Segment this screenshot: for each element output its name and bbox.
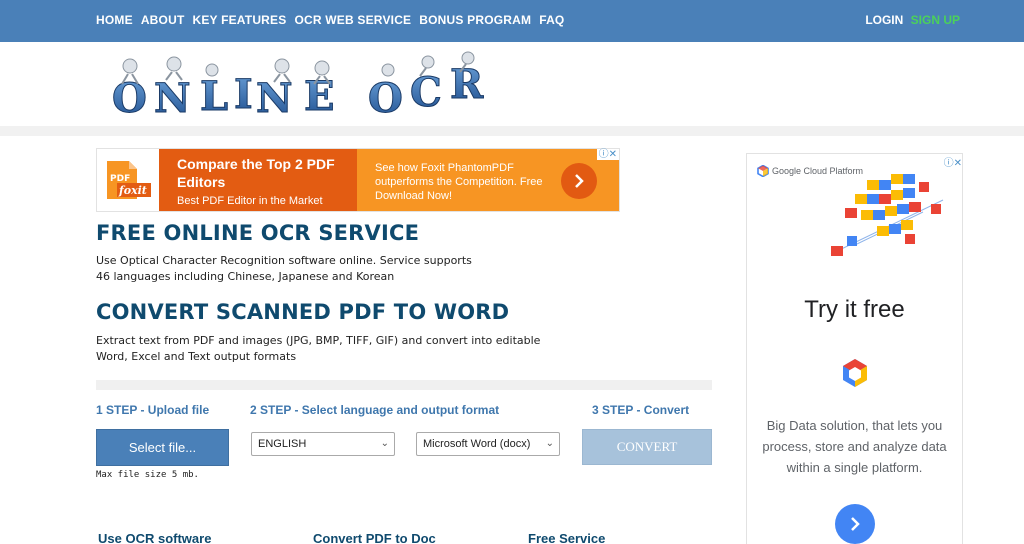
- pdf-file-icon: PDF foxit: [107, 161, 151, 199]
- signup-link[interactable]: SIGN UP: [911, 13, 960, 27]
- intro-text: Use Optical Character Recognition softwa…: [96, 254, 472, 283]
- data-cubes-illustration: [830, 174, 944, 256]
- logo-divider: [0, 126, 1024, 136]
- foxit-logo: PDF foxit: [97, 149, 159, 211]
- ad-description-panel: See how Foxit PhantomPDF outperforms the…: [357, 149, 619, 211]
- language-select[interactable]: ENGLISH ⌄: [251, 432, 395, 456]
- chevron-right-icon: [575, 174, 584, 188]
- nav-bonus-program[interactable]: BONUS PROGRAM: [419, 13, 531, 27]
- step3-label: 3 STEP - Convert: [592, 403, 690, 417]
- nav-links: HOME ABOUT KEY FEATURES OCR WEB SERVICE …: [96, 13, 572, 27]
- svg-text:E: E: [304, 73, 335, 120]
- section-title: CONVERT SCANNED PDF TO WORD: [96, 300, 510, 324]
- svg-text:I: I: [234, 71, 253, 118]
- max-file-size-note: Max file size 5 mb.: [96, 470, 199, 480]
- svg-text:O: O: [112, 75, 147, 122]
- ad-headline: Compare the Top 2 PDF Editors: [177, 156, 335, 190]
- side-ad-headline: Try it free: [804, 296, 905, 323]
- site-logo[interactable]: O N L I N E O C R: [106, 50, 492, 122]
- svg-text:R: R: [450, 61, 484, 108]
- section-text: Extract text from PDF and images (JPG, B…: [96, 334, 541, 363]
- top-nav: HOME ABOUT KEY FEATURES OCR WEB SERVICE …: [0, 0, 1024, 42]
- svg-text:C: C: [410, 69, 442, 116]
- side-ad-text: Big Data solution, that lets you process…: [762, 418, 947, 475]
- svg-text:foxit: foxit: [118, 184, 147, 197]
- svg-text:O: O: [368, 75, 403, 122]
- ad-arrow-button[interactable]: [561, 163, 597, 199]
- hexagon-logo-icon: [843, 359, 867, 387]
- adchoices-icon[interactable]: ⓘ✕: [596, 149, 619, 160]
- nav-ocr-web-service[interactable]: OCR WEB SERVICE: [294, 13, 411, 27]
- nav-faq[interactable]: FAQ: [539, 13, 564, 27]
- form-divider: [96, 380, 712, 390]
- ad-banner[interactable]: PDF foxit Compare the Top 2 PDF Editors …: [96, 148, 620, 212]
- feature-heading-ocr: Use OCR software: [98, 531, 212, 544]
- convert-button[interactable]: CONVERT: [582, 429, 712, 465]
- google-cloud-icon: [757, 165, 769, 177]
- login-link[interactable]: LOGIN: [865, 13, 903, 27]
- output-format-select[interactable]: Microsoft Word (docx) ⌄: [416, 432, 560, 456]
- chevron-right-icon: [851, 517, 860, 531]
- step2-label: 2 STEP - Select language and output form…: [250, 403, 500, 417]
- logo-band: O N L I N E O C R: [0, 42, 1024, 126]
- svg-text:N: N: [154, 75, 191, 122]
- ad-subline: Best PDF Editor in the Market: [177, 195, 323, 207]
- feature-heading-free: Free Service: [528, 531, 606, 544]
- nav-key-features[interactable]: KEY FEATURES: [192, 13, 286, 27]
- side-ad-arrow-button[interactable]: [835, 504, 875, 544]
- svg-text:L: L: [200, 73, 228, 120]
- adchoices-icon[interactable]: ⓘ✕: [944, 154, 962, 169]
- chevron-down-icon: ⌄: [545, 438, 554, 449]
- page-title: FREE ONLINE OCR SERVICE: [96, 221, 420, 245]
- auth-links: LOGIN SIGN UP: [865, 13, 960, 27]
- nav-about[interactable]: ABOUT: [141, 13, 185, 27]
- svg-text:PDF: PDF: [110, 174, 130, 184]
- nav-home[interactable]: HOME: [96, 13, 133, 27]
- select-file-button[interactable]: Select file...: [96, 429, 229, 466]
- step1-label: 1 STEP - Upload file: [96, 403, 210, 417]
- chevron-down-icon: ⌄: [380, 438, 389, 449]
- ad-description: See how Foxit PhantomPDF outperforms the…: [375, 162, 543, 202]
- feature-heading-pdf: Convert PDF to Doc: [313, 531, 436, 544]
- side-ad[interactable]: Google Cloud Platform ⓘ✕ Try it free Big…: [746, 153, 963, 544]
- ad-headline-panel: Compare the Top 2 PDF Editors Best PDF E…: [159, 149, 357, 211]
